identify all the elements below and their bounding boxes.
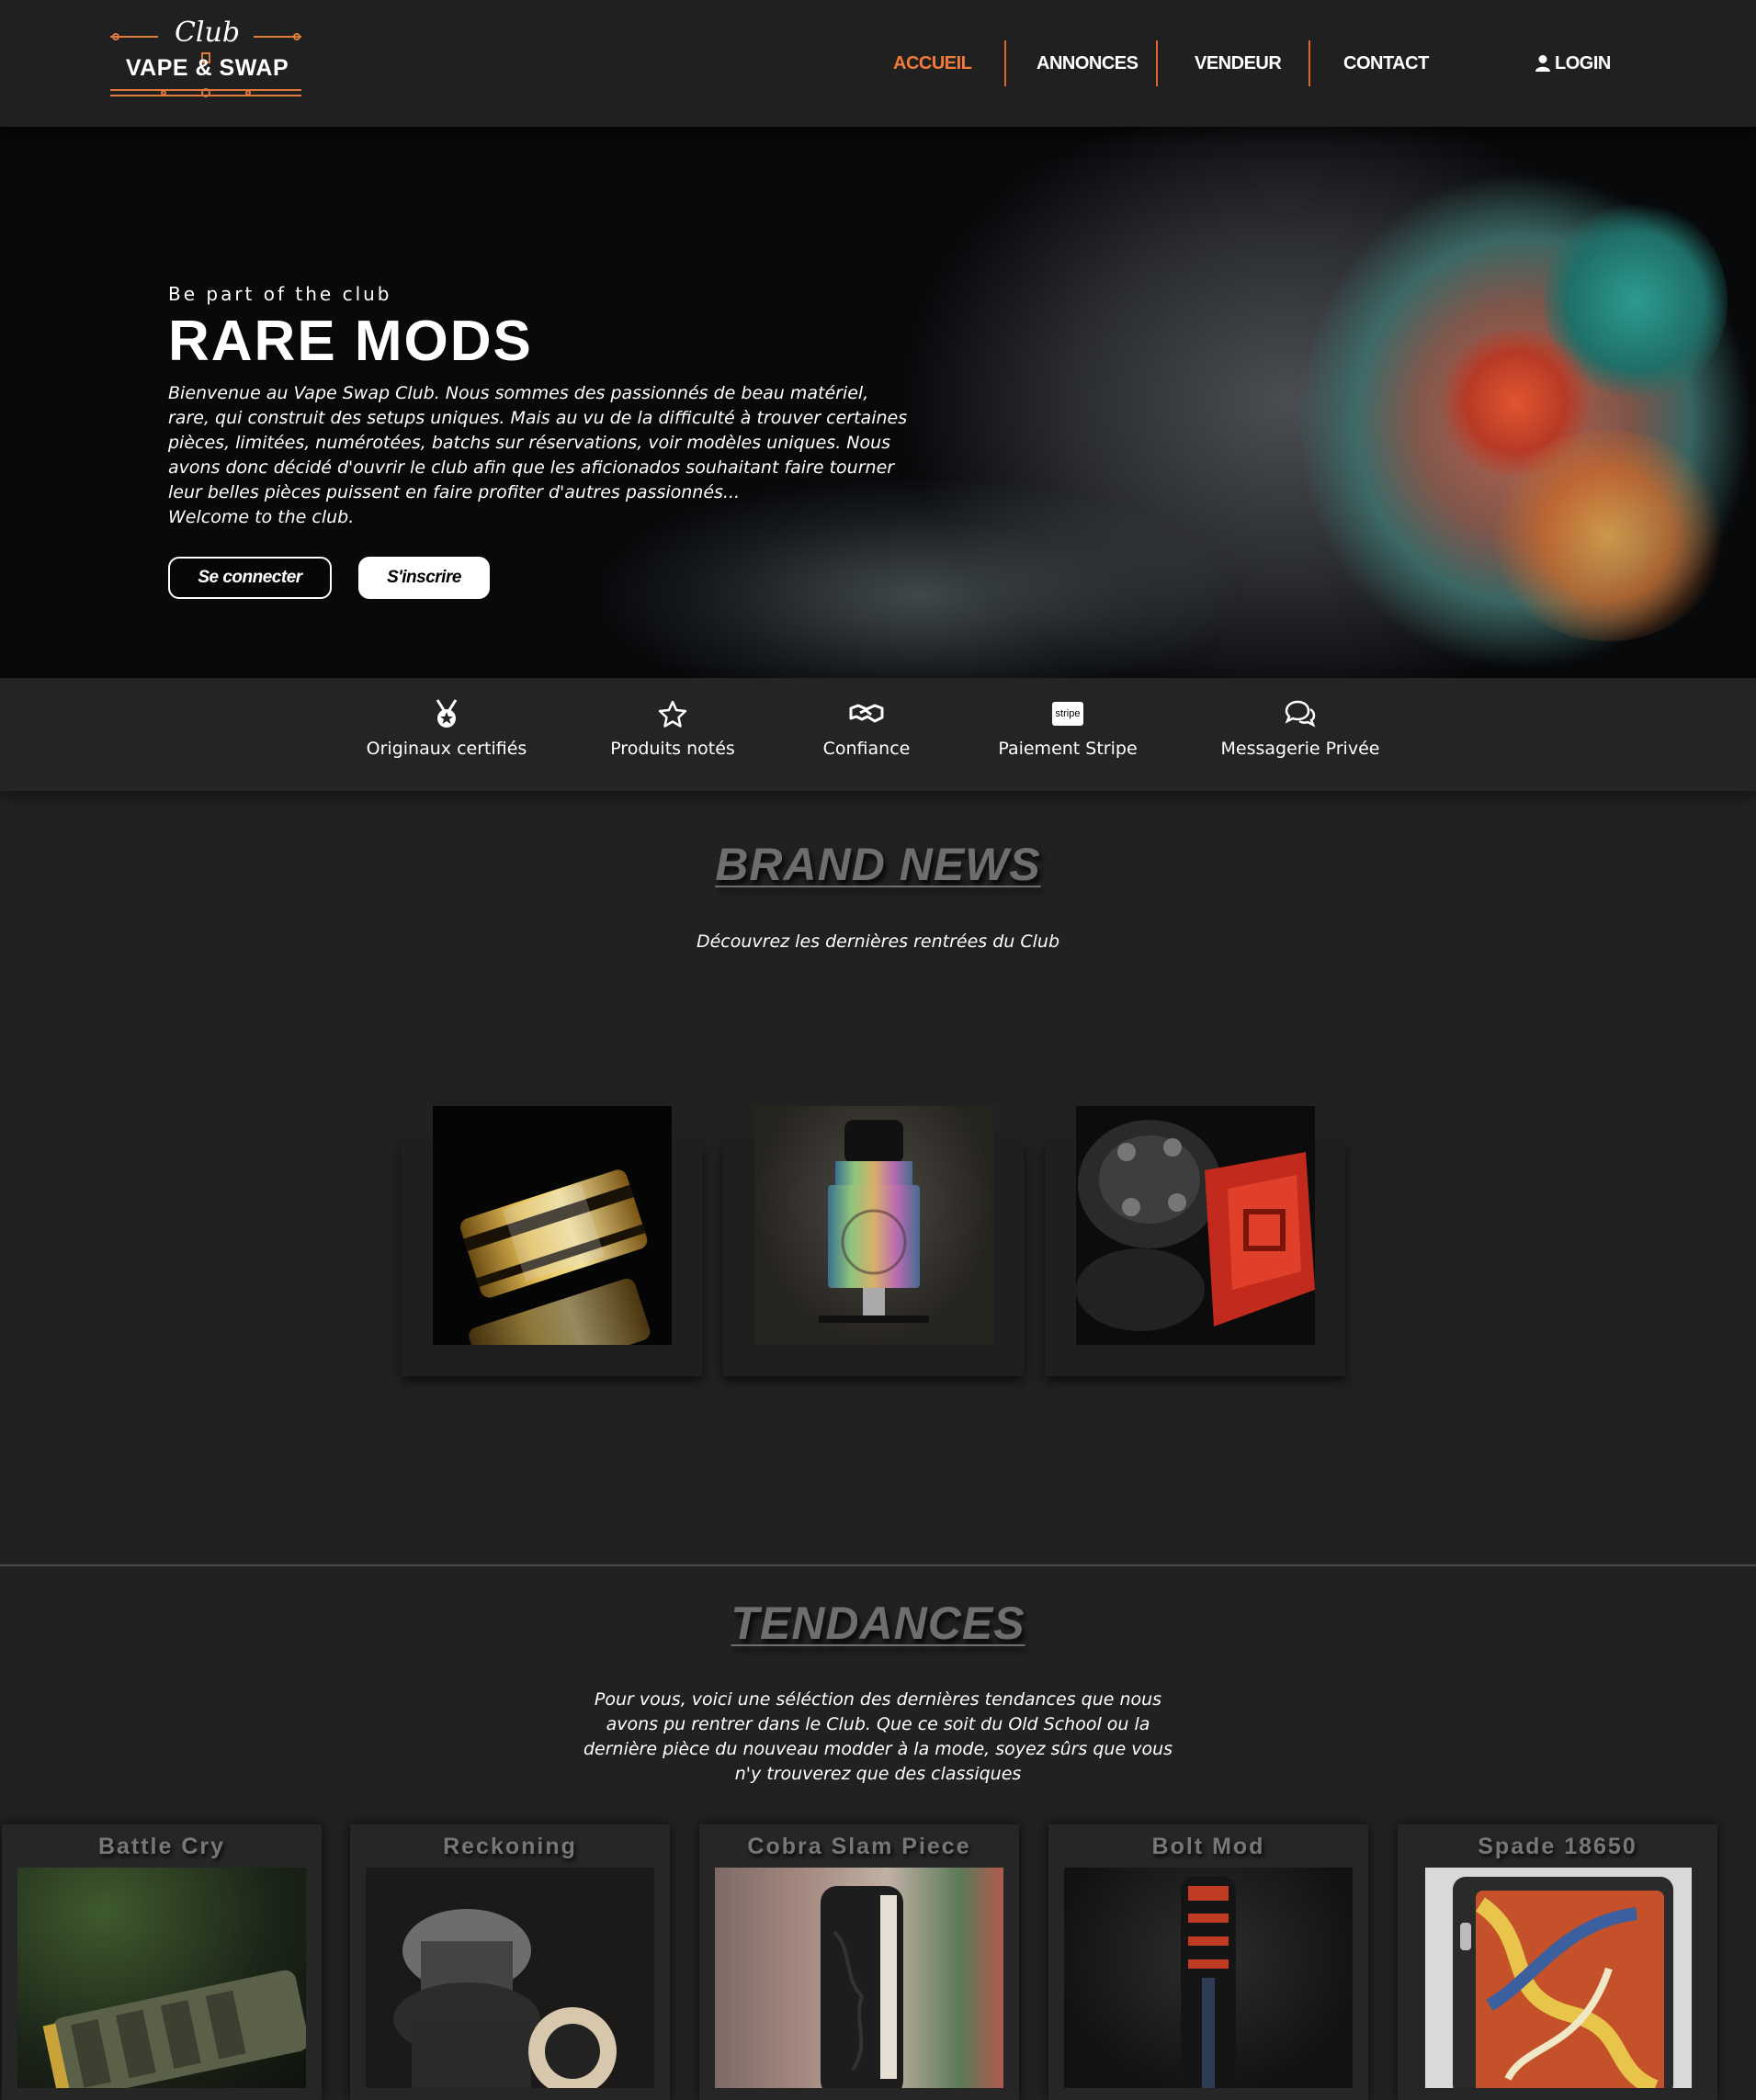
nav-contact[interactable]: CONTACT [1343, 40, 1429, 86]
feature-messagerie: Messagerie Privée [1208, 698, 1392, 759]
feature-label: Produits notés [610, 739, 735, 759]
login-label: LOGIN [1555, 53, 1611, 73]
hero-intro: Bienvenue au Vape Swap Club. Nous sommes… [168, 381, 977, 530]
user-icon [1535, 55, 1550, 72]
tendances-subtitle: Pour vous, voici une séléction des derni… [0, 1688, 1756, 1787]
main-nav: ACCUEIL ANNONCES VENDEUR CONTACT LOGIN [0, 40, 1756, 86]
hero-intro-line: pièces, limitées, numérotées, batchs sur… [168, 433, 891, 453]
feature-label: Messagerie Privée [1220, 739, 1380, 759]
trend-title: Reckoning [443, 1834, 577, 1859]
trend-card[interactable]: Battle Cry [2, 1824, 322, 2100]
brand-news-title: BRAND NEWS [715, 839, 1041, 890]
trend-title: Spade 18650 [1478, 1834, 1637, 1859]
hero-intro-line: leur belles pièces puissent en faire pro… [168, 482, 741, 502]
site-header: Club VAPE & SWAP ACCUEIL ANNONCES VENDEU… [0, 0, 1756, 127]
cobra-slam-piece-image[interactable] [715, 1868, 1003, 2088]
nav-separator [1004, 40, 1006, 86]
trend-title: Cobra Slam Piece [747, 1834, 971, 1859]
medal-icon [436, 699, 458, 728]
feature-label: Originaux certifiés [366, 739, 527, 759]
login-link[interactable]: LOGIN [1535, 40, 1611, 86]
nav-separator [1156, 40, 1158, 86]
nav-vendeur[interactable]: VENDEUR [1195, 40, 1282, 86]
reckoning-image[interactable] [366, 1868, 654, 2088]
tendances-subtitle-line: avons pu rentrer dans le Club. Que ce so… [606, 1714, 1150, 1734]
hero-intro-line: avons donc décidé d'ouvrir le club afin … [168, 457, 895, 478]
battle-cry-image[interactable] [17, 1868, 306, 2088]
signup-button[interactable]: S'inscrire [358, 557, 490, 599]
feature-originaux: Originaux certifiés [355, 698, 538, 759]
red-black-rda-image[interactable] [1076, 1106, 1315, 1345]
tendances-subtitle-line: n'y trouverez que des classiques [734, 1764, 1022, 1784]
gold-rta-image[interactable] [433, 1106, 672, 1345]
login-button[interactable]: Se connecter [168, 557, 332, 599]
trend-title: Bolt Mod [1151, 1834, 1265, 1859]
feature-label: Confiance [822, 739, 911, 759]
trend-card[interactable]: Cobra Slam Piece [699, 1824, 1019, 2100]
bolt-mod-image[interactable] [1064, 1868, 1353, 2088]
spade-18650-image[interactable] [1425, 1868, 1692, 2088]
tendances-subtitle-line: dernière pièce du nouveau modder à la mo… [583, 1739, 1173, 1759]
hero-kicker: Be part of the club [168, 283, 392, 305]
nav-annonces[interactable]: ANNONCES [1037, 40, 1139, 86]
hero-image-detail [1489, 430, 1728, 641]
trend-card[interactable]: Reckoning [350, 1824, 670, 2100]
feature-confiance: Confiance [775, 698, 958, 759]
feature-label: Paiement Stripe [998, 739, 1138, 759]
chat-icon [1285, 700, 1316, 728]
handshake-icon [849, 704, 884, 723]
stripe-icon: stripe [1052, 702, 1083, 726]
brand-news-subtitle: Découvrez les dernières rentrées du Club [696, 931, 1060, 952]
section-divider [0, 1564, 1756, 1566]
rainbow-rda-image[interactable] [754, 1106, 993, 1345]
nav-separator [1309, 40, 1310, 86]
star-icon [658, 700, 687, 728]
hero-intro-line: Welcome to the club. [168, 507, 355, 527]
tendances-title: TENDANCES [731, 1598, 1025, 1649]
hero-headline: RARE MODS [168, 310, 533, 373]
trend-card[interactable]: Spade 18650 [1398, 1824, 1717, 2100]
hero-intro-line: Bienvenue au Vape Swap Club. Nous sommes… [168, 383, 869, 403]
tendances-subtitle-line: Pour vous, voici une séléction des derni… [594, 1689, 1162, 1710]
hero-intro-line: rare, qui construit des setups uniques. … [168, 408, 908, 428]
feature-produits: Produits notés [581, 698, 765, 759]
trend-title: Battle Cry [97, 1834, 226, 1859]
trend-card[interactable]: Bolt Mod [1048, 1824, 1368, 2100]
features-bar: Originaux certifiés Produits notés Confi… [0, 678, 1756, 791]
feature-stripe: stripe Paiement Stripe [976, 698, 1160, 759]
nav-accueil[interactable]: ACCUEIL [893, 40, 972, 86]
hero-banner: Be part of the club RARE MODS Bienvenue … [0, 127, 1756, 678]
